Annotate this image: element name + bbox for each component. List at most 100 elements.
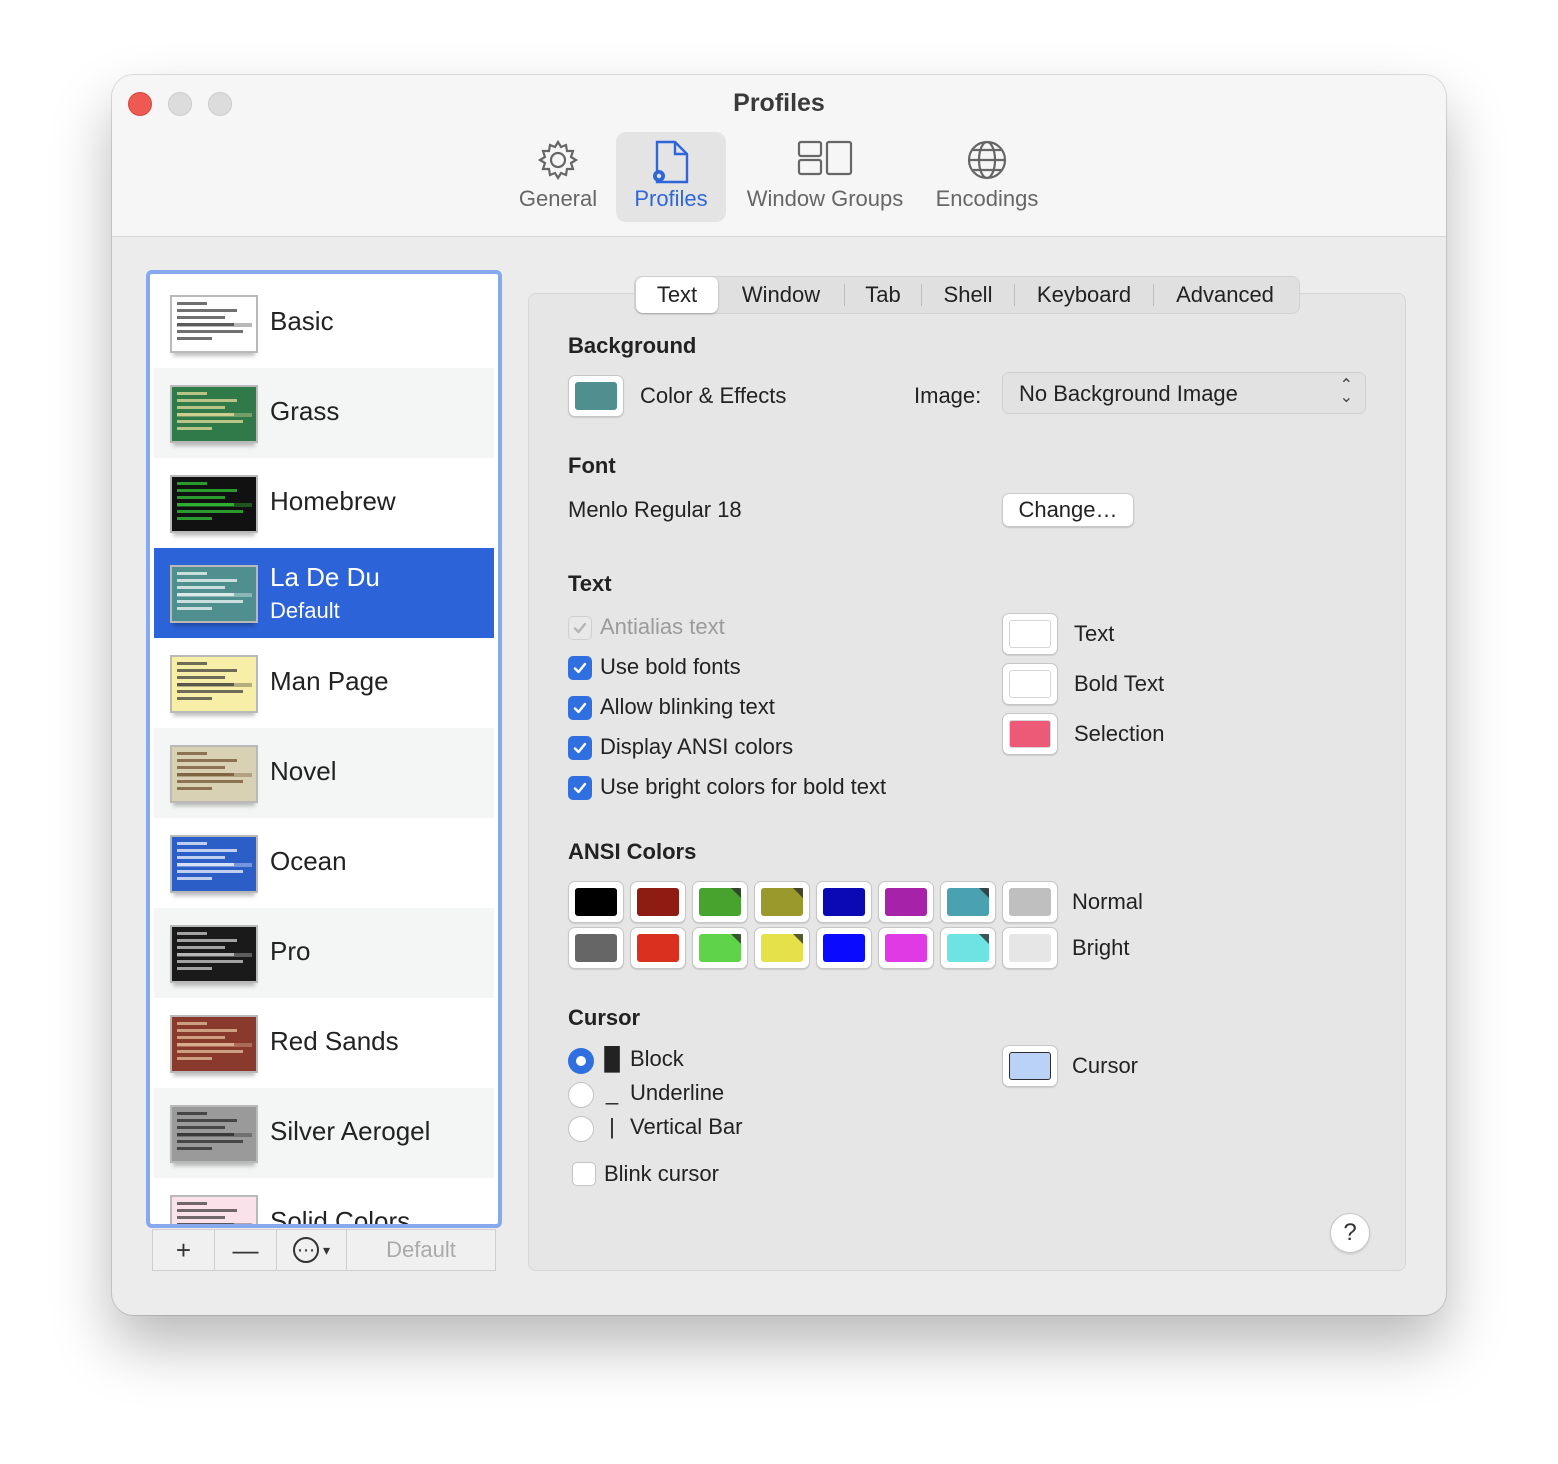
remove-profile-button[interactable]: — xyxy=(215,1230,277,1270)
text-option-checkbox xyxy=(568,616,592,640)
preview-line xyxy=(177,932,207,935)
settings-tabs: Text Window Tab Shell Keyboard Advanced xyxy=(634,276,1300,314)
cursor-style-radio[interactable] xyxy=(568,1116,594,1142)
preview-highlight xyxy=(177,1223,252,1224)
preview-highlight xyxy=(177,683,252,687)
preview-line xyxy=(177,1202,207,1205)
ansi-bright-color-well[interactable] xyxy=(630,927,686,969)
ansi-normal-color-well[interactable] xyxy=(816,881,872,923)
profile-row[interactable]: Basic xyxy=(154,278,494,368)
text-color-label: Bold Text xyxy=(1074,671,1165,696)
add-profile-button[interactable]: + xyxy=(153,1230,215,1270)
ansi-bright-color-well[interactable] xyxy=(692,927,748,969)
tab-window[interactable]: Window xyxy=(718,277,844,313)
profile-row[interactable]: Novel xyxy=(154,728,494,818)
text-option-checkbox[interactable] xyxy=(568,656,592,680)
text-color-well[interactable] xyxy=(1002,713,1058,755)
toolbar-profiles[interactable]: Profiles xyxy=(616,132,726,222)
profile-name: Homebrew xyxy=(270,486,396,516)
text-option-label: Display ANSI colors xyxy=(600,734,794,759)
ansi-bright-color-well[interactable] xyxy=(568,927,624,969)
profile-preview-thumbnail xyxy=(170,1105,258,1163)
ansi-normal-color-well[interactable] xyxy=(940,881,996,923)
cursor-color-well[interactable] xyxy=(1002,1045,1058,1087)
ansi-normal-color-well[interactable] xyxy=(630,881,686,923)
cursor-style-radio[interactable] xyxy=(568,1048,594,1074)
text-option-checkbox[interactable] xyxy=(568,776,592,800)
background-color-fill xyxy=(575,382,617,410)
ansi-color-fill xyxy=(575,934,617,962)
preview-line xyxy=(177,1147,212,1150)
tab-advanced[interactable]: Advanced xyxy=(1154,277,1296,313)
ansi-bright-color-well[interactable] xyxy=(1002,927,1058,969)
profile-preview-thumbnail xyxy=(170,295,258,353)
tab-tab[interactable]: Tab xyxy=(845,277,921,313)
ansi-color-fill xyxy=(1009,934,1051,962)
ansi-normal-color-well[interactable] xyxy=(568,881,624,923)
text-color-well[interactable] xyxy=(1002,663,1058,705)
cursor-style-radio[interactable] xyxy=(568,1082,594,1108)
profile-preview-thumbnail xyxy=(170,745,258,803)
preview-line xyxy=(177,399,237,402)
profile-name: Ocean xyxy=(270,846,347,876)
preferences-window: Profiles General Profiles Window Groups … xyxy=(112,75,1446,1315)
tab-text[interactable]: Text xyxy=(636,277,718,313)
blink-cursor-checkbox[interactable] xyxy=(572,1162,596,1186)
profile-row[interactable]: Ocean xyxy=(154,818,494,908)
profile-name: Basic xyxy=(270,306,334,336)
preview-line xyxy=(177,759,237,762)
profile-row[interactable]: Grass xyxy=(154,368,494,458)
profile-row[interactable]: Pro xyxy=(154,908,494,998)
profile-row[interactable]: Solid Colors xyxy=(154,1178,494,1224)
background-section-title: Background xyxy=(568,333,697,358)
preview-line xyxy=(177,1029,237,1032)
background-color-well[interactable] xyxy=(568,375,624,417)
preview-line xyxy=(177,780,243,783)
blink-cursor-label: Blink cursor xyxy=(604,1161,719,1186)
profile-row[interactable]: Red Sands xyxy=(154,998,494,1088)
ansi-bright-color-well[interactable] xyxy=(816,927,872,969)
background-image-popup[interactable]: No Background Image ⌃ ⌄ xyxy=(1002,372,1366,414)
tab-keyboard[interactable]: Keyboard xyxy=(1015,277,1153,313)
ansi-bright-color-well[interactable] xyxy=(940,927,996,969)
ansi-normal-color-well[interactable] xyxy=(692,881,748,923)
profile-name: Grass xyxy=(270,396,340,426)
toolbar-general[interactable]: General xyxy=(510,132,606,222)
text-option-checkbox[interactable] xyxy=(568,696,592,720)
text-color-well[interactable] xyxy=(1002,613,1058,655)
profile-name: Man Page xyxy=(270,666,389,696)
change-font-button[interactable]: Change… xyxy=(1002,493,1134,527)
more-circle-icon: ⋯ xyxy=(292,1237,319,1263)
preview-highlight xyxy=(177,1133,252,1137)
ansi-color-corner-marker xyxy=(793,888,803,898)
profile-row[interactable]: Silver Aerogel xyxy=(154,1088,494,1178)
ansi-normal-color-well[interactable] xyxy=(878,881,934,923)
preview-line xyxy=(177,482,207,485)
ansi-bright-label: Bright xyxy=(1072,935,1130,960)
text-option-checkbox[interactable] xyxy=(568,736,592,760)
text-option-label: Antialias text xyxy=(600,614,725,639)
preview-line xyxy=(177,1050,243,1053)
profile-default-badge: Default xyxy=(270,598,340,623)
toolbar-window-groups[interactable]: Window Groups xyxy=(736,132,914,222)
tab-shell[interactable]: Shell xyxy=(922,277,1014,313)
set-default-button[interactable]: Default xyxy=(347,1230,495,1270)
profile-row[interactable]: Man Page xyxy=(154,638,494,728)
text-option-label: Use bright colors for bold text xyxy=(600,774,887,799)
profile-name: La De Du xyxy=(270,562,380,592)
cursor-style-glyph-icon: _ xyxy=(605,1080,619,1105)
ansi-bright-color-well[interactable] xyxy=(754,927,810,969)
ansi-bright-color-well[interactable] xyxy=(878,927,934,969)
ansi-normal-color-well[interactable] xyxy=(1002,881,1058,923)
profiles-list[interactable]: Basic Grass Homebrew La De Du Default Man Pag… xyxy=(146,270,502,1228)
toolbar-encodings[interactable]: Encodings xyxy=(924,132,1050,222)
ansi-normal-color-well[interactable] xyxy=(754,881,810,923)
preview-highlight xyxy=(177,413,252,417)
profile-row[interactable]: La De Du Default xyxy=(154,548,494,638)
more-actions-button[interactable]: ⋯ ▾ xyxy=(277,1230,347,1270)
profile-row[interactable]: Homebrew xyxy=(154,458,494,548)
preview-line xyxy=(177,946,225,949)
help-button[interactable]: ? xyxy=(1330,1213,1370,1253)
preview-line xyxy=(177,1119,237,1122)
preview-line xyxy=(177,600,243,603)
